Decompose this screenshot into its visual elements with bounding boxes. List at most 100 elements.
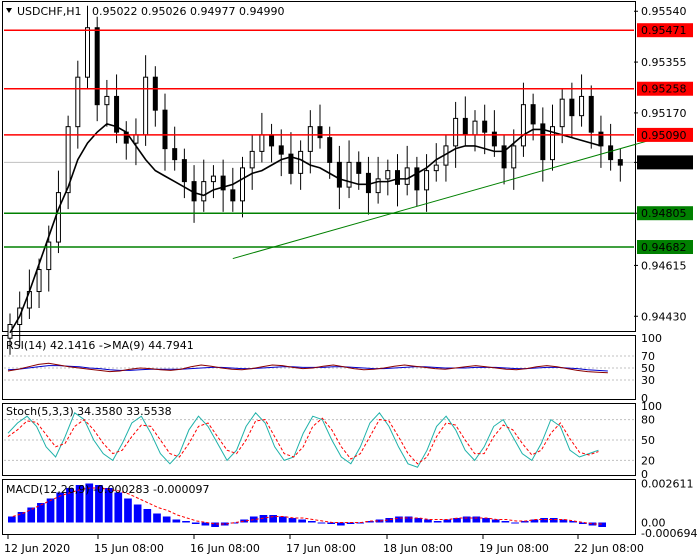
candle-body <box>249 150 255 169</box>
stoch-header: Stoch(5,3,3) 34.3580 33.5538 <box>6 405 172 418</box>
candle-body <box>133 134 139 144</box>
candle-body <box>482 120 488 133</box>
candle-body <box>55 192 61 243</box>
candle-body <box>172 148 178 161</box>
candle-body <box>365 172 371 194</box>
candle-body <box>424 170 430 191</box>
macd-header: MACD(12,26,9) -0.000283 -0.000097 <box>6 483 209 496</box>
rsi-tick-label: 30 <box>641 374 655 387</box>
macd-histogram-bar <box>172 519 181 523</box>
macd-histogram-bar <box>395 516 403 523</box>
macd-histogram-bar <box>182 521 190 523</box>
macd-histogram-bar <box>114 492 123 523</box>
time-tick-label: 18 Jun 08:00 <box>383 542 453 555</box>
candle-body <box>356 161 362 174</box>
candle-body <box>472 120 478 136</box>
support-level-value: 0.94682 <box>641 241 687 254</box>
macd-histogram-bar <box>511 522 519 524</box>
candle-body <box>210 175 216 183</box>
time-tick-label: 22 Jun 08:00 <box>574 542 644 555</box>
macd-histogram-bar <box>27 507 36 523</box>
macd-histogram-bar <box>501 521 510 523</box>
candle-body <box>327 137 333 163</box>
candle-body <box>46 241 52 271</box>
candle-body <box>579 95 585 117</box>
macd-histogram-bar <box>133 504 142 523</box>
macd-tick-label: -0.000694 <box>641 527 697 540</box>
macd-histogram-bar <box>540 518 548 523</box>
resistance-level-value: 0.95258 <box>641 83 687 96</box>
candle-body <box>75 76 81 128</box>
candle-body <box>307 126 313 152</box>
price-tick-label: 0.95170 <box>641 107 687 120</box>
candle-body <box>395 170 400 185</box>
time-tick-label: 12 Jun 2020 <box>4 542 70 555</box>
candle-body <box>162 109 168 150</box>
price-tick-label: 0.95355 <box>641 56 687 69</box>
macd-histogram-bar <box>8 516 16 523</box>
stoch-tick-label: 20 <box>641 454 655 467</box>
macd-tick-label: 0.002611 <box>641 477 694 490</box>
trading-chart: 0.95540 0.95355 0.95170 0.94990 0.94805 0.946… <box>2 1 697 555</box>
macd-histogram-bar <box>56 492 65 523</box>
macd-histogram-bar <box>462 516 471 523</box>
candle-body <box>385 170 391 180</box>
candle-body <box>569 98 575 117</box>
resistance-level-value: 0.95471 <box>641 24 687 37</box>
rsi-tick-label: 100 <box>641 332 662 345</box>
price-tick-label: 0.95540 <box>641 5 687 18</box>
stoch-tick-label: 80 <box>641 414 655 427</box>
candle-body <box>414 167 420 191</box>
rsi-header: RSI(14) 42.1416 ->MA(9) 44.7941 <box>6 339 194 352</box>
candle-body <box>511 145 517 169</box>
candle-body <box>559 98 565 128</box>
macd-histogram-bar <box>191 522 200 524</box>
time-tick-label: 19 Jun 08:00 <box>479 542 549 555</box>
candle-body <box>317 126 323 139</box>
support-level-value: 0.94805 <box>641 207 687 220</box>
macd-histogram-bar <box>404 516 413 523</box>
candle-body <box>143 76 149 136</box>
candle-body <box>336 161 342 188</box>
macd-histogram-bar <box>491 519 500 523</box>
price-tick-label: 0.94615 <box>641 259 687 272</box>
candle-body <box>181 159 187 183</box>
macd-histogram-bar <box>143 509 152 523</box>
candle-body <box>530 104 536 125</box>
candle-body <box>520 104 526 147</box>
ohlc-label: 0.95022 0.95026 0.94977 0.94990 <box>92 5 284 18</box>
candle-body <box>230 189 236 202</box>
candle-body <box>85 27 90 78</box>
price-tick-label: 0.94430 <box>641 310 687 323</box>
macd-histogram-bar <box>17 512 26 523</box>
resistance-level-value: 0.95090 <box>641 129 687 142</box>
macd-histogram-bar <box>153 513 161 523</box>
macd-histogram-bar <box>162 516 171 523</box>
time-tick-label: 17 Jun 08:00 <box>286 542 356 555</box>
macd-histogram-bar <box>433 521 442 523</box>
symbol-label: USDCHF,H1 <box>17 5 82 18</box>
stoch-tick-label: 100 <box>641 400 662 413</box>
candle-body <box>94 27 100 106</box>
macd-histogram-bar <box>549 518 558 523</box>
stoch-tick-label: 50 <box>641 434 655 447</box>
macd-histogram-bar <box>278 516 287 523</box>
macd-histogram-bar <box>482 518 490 523</box>
time-tick-label: 16 Jun 08:00 <box>190 542 260 555</box>
candle-body <box>453 117 459 147</box>
macd-histogram-bar <box>298 519 306 523</box>
macd-histogram-bar <box>308 521 316 523</box>
candle-body <box>298 150 304 174</box>
macd-histogram-bar <box>317 522 326 524</box>
time-tick-label: 15 Jun 08:00 <box>94 542 164 555</box>
current-price-value: 0.94990 <box>641 156 687 169</box>
macd-histogram-bar <box>453 518 461 523</box>
candle-body <box>269 134 275 147</box>
candle-body <box>617 159 623 166</box>
candle-body <box>152 76 158 111</box>
candle-body <box>259 134 265 152</box>
candle-body <box>404 167 410 185</box>
candle-body <box>588 95 594 133</box>
candle-body <box>201 181 207 202</box>
candle-body <box>346 161 352 188</box>
